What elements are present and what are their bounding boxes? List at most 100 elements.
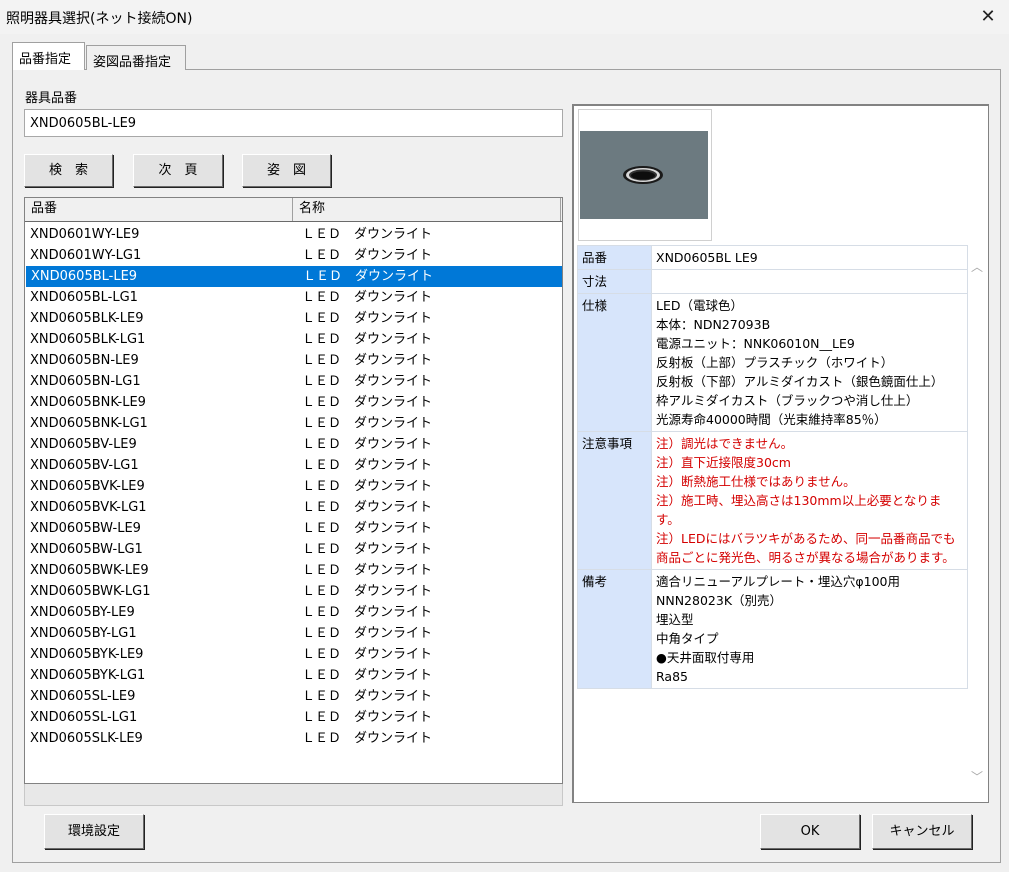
- list-item[interactable]: XND0605BY-LG1 ＬＥＤ ダウンライト: [25, 623, 562, 644]
- list-item-name: ＬＥＤ ダウンライト: [302, 311, 433, 326]
- column-header-part-number[interactable]: 品番: [25, 198, 293, 221]
- list-item-part-number: XND0605BV-LG1: [30, 458, 139, 473]
- list-item[interactable]: XND0601WY-LE9 ＬＥＤ ダウンライト: [25, 224, 562, 245]
- detail-row-notes: 注意事項 注）調光はできません。 注）直下近接限度30cm 注）断熱施工仕様ではあり…: [577, 431, 968, 570]
- list-item[interactable]: XND0605SL-LG1 ＬＥＤ ダウンライト: [25, 707, 562, 728]
- results-list[interactable]: 品番 名称 XND0601WY-LE9 ＬＥＤ ダウンライト XND0601WY-L…: [24, 197, 563, 784]
- list-item-name: ＬＥＤ ダウンライト: [302, 731, 433, 746]
- list-item-part-number: XND0605BVK-LG1: [30, 500, 147, 515]
- note-line: 注）施工時、埋込高さは130mm以上必要となります。: [656, 493, 942, 527]
- list-item[interactable]: XND0605BY-LE9 ＬＥＤ ダウンライト: [25, 602, 562, 623]
- list-item-name: ＬＥＤ ダウンライト: [302, 584, 433, 599]
- list-item[interactable]: XND0605BWK-LG1 ＬＥＤ ダウンライト: [25, 581, 562, 602]
- list-item-part-number: XND0605BLK-LG1: [30, 332, 146, 347]
- close-icon: ✕: [980, 6, 996, 27]
- spec-line: 光源寿命40000時間（光束維持率85％）: [656, 412, 887, 427]
- list-item-name: ＬＥＤ ダウンライト: [302, 290, 433, 305]
- list-item-name: ＬＥＤ ダウンライト: [302, 248, 433, 263]
- list-item-name: ＬＥＤ ダウンライト: [302, 563, 433, 578]
- list-item[interactable]: XND0605SL-LE9 ＬＥＤ ダウンライト: [25, 686, 562, 707]
- next-page-button[interactable]: 次 頁: [133, 154, 223, 187]
- list-item[interactable]: XND0605BN-LE9 ＬＥＤ ダウンライト: [25, 350, 562, 371]
- column-header-name[interactable]: 名称: [293, 198, 561, 221]
- tab-figure-part-number[interactable]: 姿図品番指定: [86, 45, 186, 70]
- detail-row-dims: 寸法: [577, 269, 968, 294]
- list-item[interactable]: XND0605BL-LG1 ＬＥＤ ダウンライト: [25, 287, 562, 308]
- spec-line: LED（電球色）: [656, 298, 743, 313]
- environment-settings-button[interactable]: 環境設定: [44, 814, 144, 849]
- list-item-part-number: XND0605BYK-LG1: [30, 668, 146, 683]
- window-title: 照明器具選択(ネット接続ON): [6, 11, 193, 27]
- detail-key-dims: 寸法: [577, 269, 652, 294]
- downlight-icon: [623, 166, 663, 184]
- detail-value-dims: [651, 269, 968, 294]
- list-item-name: ＬＥＤ ダウンライト: [302, 689, 433, 704]
- list-item[interactable]: XND0605BVK-LG1 ＬＥＤ ダウンライト: [25, 497, 562, 518]
- note-line: 注）直下近接限度30cm: [656, 455, 791, 470]
- list-item-part-number: XND0605SL-LE9: [30, 689, 136, 704]
- list-item-name: ＬＥＤ ダウンライト: [302, 605, 433, 620]
- list-item[interactable]: XND0605BWK-LE9 ＬＥＤ ダウンライト: [25, 560, 562, 581]
- list-item-name: ＬＥＤ ダウンライト: [302, 416, 433, 431]
- list-item-part-number: XND0605BNK-LG1: [30, 416, 148, 431]
- list-item[interactable]: XND0605BLK-LE9 ＬＥＤ ダウンライト: [25, 308, 562, 329]
- remark-line: ●天井面取付専用: [656, 650, 755, 665]
- list-item-part-number: XND0605BW-LG1: [30, 542, 143, 557]
- list-item[interactable]: XND0605BYK-LG1 ＬＥＤ ダウンライト: [25, 665, 562, 686]
- list-item[interactable]: XND0605SLK-LE9 ＬＥＤ ダウンライト: [25, 728, 562, 749]
- scroll-down-icon[interactable]: ﹀: [970, 768, 984, 784]
- remark-line: 中角タイプ: [656, 631, 719, 646]
- list-item[interactable]: XND0605BVK-LE9 ＬＥＤ ダウンライト: [25, 476, 562, 497]
- list-item-part-number: XND0605BN-LG1: [30, 374, 141, 389]
- list-item-part-number: XND0601WY-LE9: [30, 227, 140, 242]
- list-item[interactable]: XND0601WY-LG1 ＬＥＤ ダウンライト: [25, 245, 562, 266]
- detail-value-part: XND0605BL LE9: [651, 245, 968, 270]
- list-item-name: ＬＥＤ ダウンライト: [302, 458, 433, 473]
- list-item-part-number: XND0605SLK-LE9: [30, 731, 143, 746]
- list-item[interactable]: XND0605BYK-LE9 ＬＥＤ ダウンライト: [25, 644, 562, 665]
- list-item-part-number: XND0605BYK-LE9: [30, 647, 144, 662]
- close-button[interactable]: ✕: [967, 0, 1009, 34]
- detail-row-remarks: 備考 適合リニューアルプレート・埋込穴φ100用 NNN28023K（別売） 埋込型…: [577, 569, 968, 689]
- detail-key-remarks: 備考: [577, 569, 652, 689]
- cancel-button[interactable]: キャンセル: [872, 814, 972, 849]
- ok-button[interactable]: OK: [760, 814, 860, 849]
- detail-key-notes: 注意事項: [577, 431, 652, 570]
- scroll-up-icon[interactable]: ︿: [970, 258, 984, 274]
- detail-value-spec: LED（電球色） 本体：NDN27093B 電源ユニット：NNK06010N__LE…: [651, 293, 968, 432]
- part-number-label: 器具品番: [25, 91, 78, 106]
- horizontal-scrollbar[interactable]: [24, 784, 563, 806]
- list-rows: XND0601WY-LE9 ＬＥＤ ダウンライト XND0601WY-LG1 ＬＥＤ …: [25, 224, 562, 749]
- list-item[interactable]: XND0605BNK-LE9 ＬＥＤ ダウンライト: [25, 392, 562, 413]
- list-item[interactable]: XND0605BLK-LG1 ＬＥＤ ダウンライト: [25, 329, 562, 350]
- part-number-input[interactable]: [24, 109, 563, 137]
- list-item[interactable]: XND0605BW-LG1 ＬＥＤ ダウンライト: [25, 539, 562, 560]
- list-item[interactable]: XND0605BL-LE9 ＬＥＤ ダウンライト: [26, 266, 562, 287]
- detail-table: 品番 XND0605BL LE9 寸法 仕様 LED（電球色） 本体：NDN270…: [577, 245, 968, 689]
- spec-line: 反射板（上部）プラスチック（ホワイト）: [656, 355, 894, 370]
- list-item[interactable]: XND0605BN-LG1 ＬＥＤ ダウンライト: [25, 371, 562, 392]
- detail-row-part: 品番 XND0605BL LE9: [577, 245, 968, 270]
- figure-button[interactable]: 姿 図: [242, 154, 331, 187]
- list-header: 品番 名称: [25, 198, 562, 222]
- list-item[interactable]: XND0605BV-LE9 ＬＥＤ ダウンライト: [25, 434, 562, 455]
- list-item-part-number: XND0605BV-LE9: [30, 437, 137, 452]
- list-item-part-number: XND0605BL-LE9: [31, 269, 138, 284]
- tab-part-number[interactable]: 品番指定: [12, 42, 85, 70]
- list-item-part-number: XND0605BW-LE9: [30, 521, 141, 536]
- list-item-name: ＬＥＤ ダウンライト: [302, 437, 433, 452]
- list-item-name: ＬＥＤ ダウンライト: [302, 710, 433, 725]
- list-item-name: ＬＥＤ ダウンライト: [303, 269, 434, 284]
- detail-value-notes: 注）調光はできません。 注）直下近接限度30cm 注）断熱施工仕様ではありません。注…: [651, 431, 968, 570]
- list-item-part-number: XND0605BLK-LE9: [30, 311, 144, 326]
- list-item[interactable]: XND0605BW-LE9 ＬＥＤ ダウンライト: [25, 518, 562, 539]
- list-item[interactable]: XND0605BNK-LG1 ＬＥＤ ダウンライト: [25, 413, 562, 434]
- list-item-name: ＬＥＤ ダウンライト: [302, 479, 433, 494]
- list-item-name: ＬＥＤ ダウンライト: [302, 395, 433, 410]
- list-item-name: ＬＥＤ ダウンライト: [302, 647, 433, 662]
- list-item[interactable]: XND0605BV-LG1 ＬＥＤ ダウンライト: [25, 455, 562, 476]
- list-item-name: ＬＥＤ ダウンライト: [302, 353, 433, 368]
- remark-line: Ra85: [656, 669, 688, 684]
- spec-line: 枠アルミダイカスト（ブラックつや消し仕上）: [656, 393, 919, 408]
- search-button[interactable]: 検 索: [24, 154, 113, 187]
